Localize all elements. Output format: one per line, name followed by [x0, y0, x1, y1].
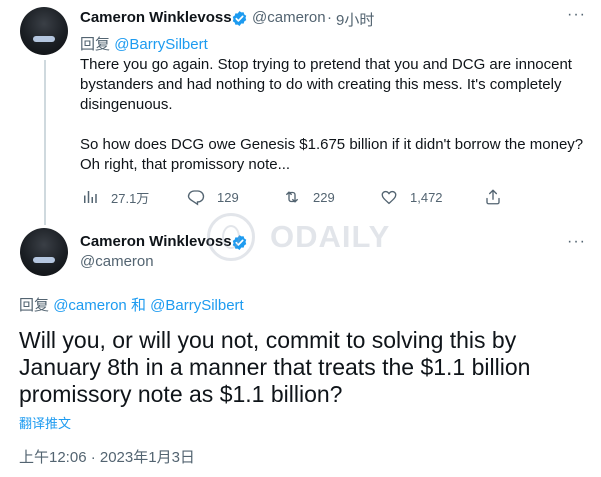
- tweet-time[interactable]: 9小时: [336, 9, 374, 30]
- watermark-text: ODAILY: [270, 219, 391, 254]
- author-name[interactable]: Cameron Winklevoss: [80, 9, 232, 26]
- retweet-button[interactable]: 229: [283, 187, 335, 207]
- tweet-text: Will you, or will you not, commit to sol…: [19, 327, 579, 408]
- tweet-line: January 8th in a manner that treats the …: [19, 354, 531, 380]
- tweet-text: There you go again. Stop trying to prete…: [80, 55, 585, 175]
- retweet-count: 229: [313, 189, 335, 205]
- share-button[interactable]: [484, 187, 514, 207]
- views-count: 27.1万: [111, 190, 150, 206]
- tweet-line: disingenuous.: [80, 96, 173, 113]
- reply-mention[interactable]: @BarrySilbert: [150, 297, 244, 314]
- reply-count: 129: [217, 189, 239, 205]
- reply-prefix: 回复: [19, 297, 50, 314]
- reply-mention[interactable]: @BarrySilbert: [114, 36, 208, 53]
- share-icon: [486, 189, 500, 205]
- more-icon[interactable]: ···: [567, 234, 586, 250]
- tweet-line: There you go again. Stop trying to prete…: [80, 56, 572, 73]
- tweet-line: Oh right, that promissory note...: [80, 156, 291, 173]
- tweet-line: So how does DCG owe Genesis $1.675 billi…: [80, 136, 584, 153]
- reply-icon: [187, 190, 205, 206]
- like-icon: [381, 190, 397, 205]
- translate-link[interactable]: 翻译推文: [19, 413, 71, 432]
- tweet-line: [80, 115, 585, 135]
- avatar[interactable]: [20, 228, 68, 276]
- watermark-logo: ODAILY: [207, 213, 407, 263]
- like-button[interactable]: 1,472: [380, 187, 443, 207]
- reply-and: 和: [130, 297, 146, 314]
- verified-icon: [232, 11, 247, 26]
- reply-context: 回复 @cameron 和 @BarrySilbert: [19, 294, 244, 315]
- reply-prefix: 回复: [80, 36, 111, 53]
- thread-line: [44, 60, 46, 225]
- reply-button[interactable]: 129: [187, 187, 239, 207]
- tweet-timestamp[interactable]: 上午12:06 · 2023年1月3日: [19, 446, 195, 467]
- retweet-icon: [286, 191, 298, 203]
- like-count: 1,472: [410, 189, 443, 205]
- tweet-line: promissory note as $1.1 billion?: [19, 381, 343, 407]
- more-icon[interactable]: ···: [567, 7, 586, 23]
- reply-context: 回复 @BarrySilbert: [80, 33, 208, 54]
- author-handle[interactable]: @cameron: [252, 9, 326, 26]
- avatar[interactable]: [20, 7, 68, 55]
- author-handle[interactable]: @cameron: [80, 253, 154, 270]
- tweet-line: bystanders and had nothing to do with cr…: [80, 76, 562, 93]
- views-button[interactable]: 27.1万: [81, 187, 149, 207]
- tweet-line: Will you, or will you not, commit to sol…: [19, 327, 517, 353]
- separator-dot: ·: [327, 9, 332, 26]
- views-icon: [84, 191, 97, 203]
- reply-mention[interactable]: @cameron: [53, 297, 127, 314]
